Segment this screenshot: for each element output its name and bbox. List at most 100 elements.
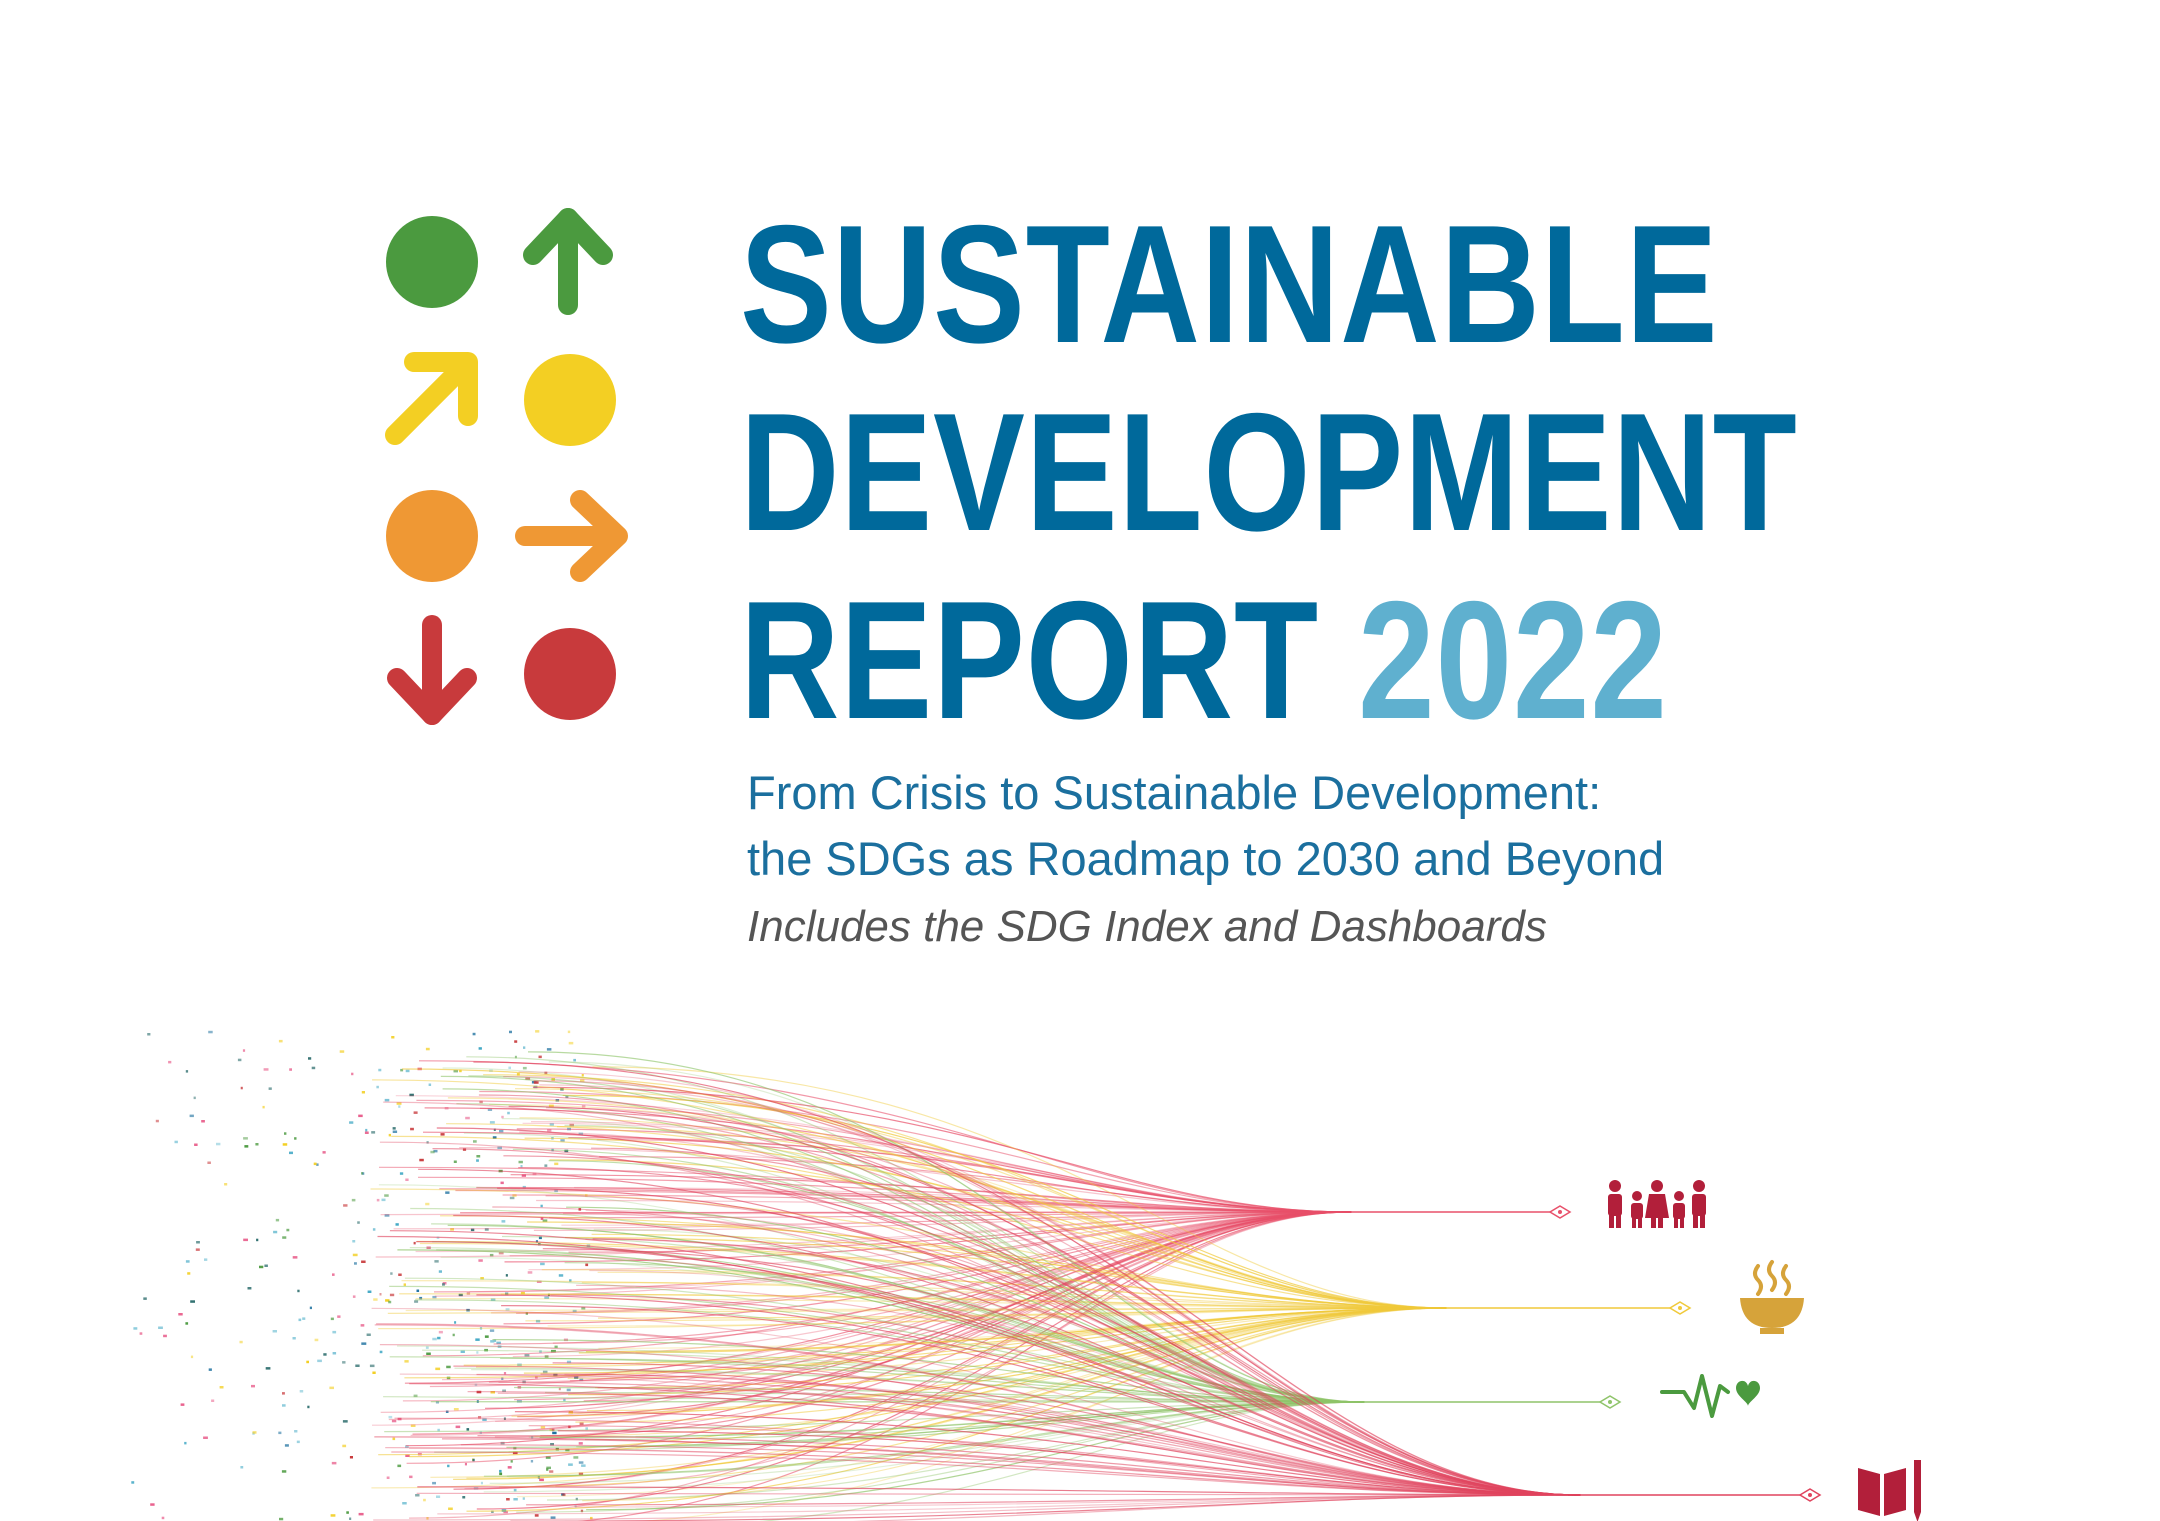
subtitle-line-2: the SDGs as Roadmap to 2030 and Beyond [747,832,1665,885]
scatter-dot [384,1098,390,1102]
scatter-dot [472,1032,476,1036]
scatter-dot [371,1131,376,1134]
flow-line [460,1211,1352,1214]
scatter-dot [476,1155,481,1158]
bowl-icon [1740,1260,1804,1334]
scatter-dot [342,1444,347,1448]
scatter-dot [139,1332,143,1335]
scatter-dot [489,1121,495,1124]
scatter-dot [211,1399,215,1402]
scatter-dot [448,1507,453,1510]
scatter-dot [409,1475,413,1479]
scatter-dot [518,1160,523,1164]
scatter-dot [398,1273,402,1276]
scatter-dot [430,1150,435,1154]
scatter-dot [378,1068,382,1072]
scatter-dot [263,1068,269,1071]
scatter-dot [180,1403,185,1406]
scatter-dot [464,1462,467,1466]
scatter-dot [329,1386,334,1390]
scatter-dot [219,1386,224,1389]
scatter-dot [530,1460,534,1463]
scatter-dot [282,1236,287,1239]
scatter-dot [194,1143,198,1146]
scatter-dot [208,1030,213,1034]
scatter-dot [476,1351,479,1354]
flow-lines [370,1051,1581,1521]
scatter-dot [447,1464,450,1468]
scatter-dot [361,1091,365,1094]
scatter-dot [454,1321,457,1324]
scatter-dot [425,1047,430,1051]
scatter-dot [392,1127,396,1130]
scatter-dot [484,1335,489,1338]
scatter-dot [404,1360,409,1363]
scatter-dot [413,1241,416,1245]
scatter-dot [292,1256,298,1259]
report-title: SUSTAINABLE DEVELOPMENT REPORT 2022 [740,190,2030,754]
scatter-dot [161,1516,165,1520]
scatter-dot [376,1198,380,1202]
scatter-dot [425,1346,429,1349]
scatter-dot [499,1472,503,1476]
title-report-word: REPORT [740,566,1319,754]
scatter-dot [527,1271,533,1274]
scatter-dot [302,1317,306,1320]
scatter-dot [195,1248,200,1251]
scatter-dot [573,1058,576,1062]
scatter-dot [313,1162,317,1166]
scatter-dot [391,1036,395,1039]
scatter-dot [500,1181,504,1185]
scatter-dot [388,1300,392,1304]
scatter-dot [419,1158,424,1162]
scatter-dot [446,1365,451,1369]
scatter-dot [346,1511,349,1514]
scatter-dot [259,1265,264,1269]
scatter-dot [282,1404,286,1407]
scatter-dot [398,1105,401,1108]
yellow-arrow-up-right-icon [385,352,478,445]
scatter-dot [314,1338,319,1342]
scatter-dot [442,1283,445,1286]
scatter-dot [384,1194,389,1197]
scatter-dot [237,1058,242,1062]
scatter-dot [379,1350,383,1354]
scatter-dot [544,1164,548,1167]
scatter-dot [416,1289,420,1292]
scatter-dot [284,1132,287,1135]
scatter-dot [391,1419,397,1423]
scatter-dot [538,1055,542,1059]
flow-endpoint-dot [1808,1493,1812,1497]
scatter-dot [311,1066,316,1070]
scatter-dot [509,1030,512,1034]
scatter-dot [415,1494,420,1497]
scatter-dot [155,1119,159,1123]
scatter-dot [275,1218,280,1222]
scatter-dot [381,1198,386,1202]
scatter-dot [403,1283,406,1286]
scatter-dot [268,1087,272,1090]
scatter-dot [240,1086,243,1090]
scatter-dot [342,1420,348,1423]
scatter-dot [581,1074,584,1077]
scatter-dot [478,1047,482,1050]
scatter-dot [423,1498,426,1502]
scatter-dot [554,1162,559,1166]
scatter-dot [388,1133,391,1137]
scatter-dot [478,1259,483,1262]
scatter-dot [147,1033,151,1036]
scatter-dot [185,1070,189,1073]
scatter-dot [390,1272,393,1275]
scatter-dot [294,1430,298,1433]
scatter-dot [437,1336,441,1340]
scatter-dot [207,1161,211,1164]
scatter-dot [342,1361,346,1364]
scatter-dot [453,1408,459,1411]
scatter-dot [476,1159,479,1162]
people-icon [1608,1180,1706,1228]
scatter-dot [133,1327,138,1330]
scatter-dot [298,1318,302,1322]
scatter-dot [272,1330,277,1333]
scatter-dot [578,1461,584,1464]
scatter-dot [240,1466,244,1469]
